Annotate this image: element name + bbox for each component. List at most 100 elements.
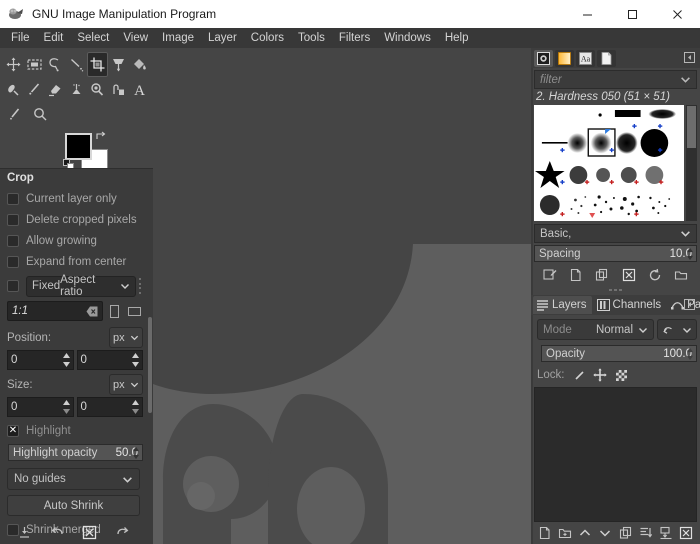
delete-brush-icon[interactable] — [620, 267, 637, 284]
checkbox-delete-cropped-pixels[interactable] — [7, 214, 19, 226]
paintbrush-tool[interactable] — [24, 77, 45, 102]
option-expand-from-center[interactable]: Expand from center — [4, 251, 143, 272]
raise-layer-icon[interactable] — [577, 525, 594, 542]
checkbox-expand-from-center[interactable] — [7, 256, 19, 268]
checkbox-allow-growing[interactable] — [7, 235, 19, 247]
spinner-arrows[interactable] — [131, 352, 140, 368]
menu-file[interactable]: File — [4, 29, 37, 47]
smudge-tool[interactable] — [3, 77, 24, 102]
minimize-button[interactable] — [565, 0, 610, 28]
layer-mode-options[interactable] — [657, 319, 697, 340]
size-width-input[interactable]: 0 — [7, 397, 74, 417]
delete-layer-icon[interactable] — [677, 525, 694, 542]
brush-filter-input[interactable]: filter — [540, 74, 562, 86]
lock-pixels-icon[interactable] — [572, 368, 587, 382]
merge-down-icon[interactable] — [657, 525, 674, 542]
pencil-tool[interactable] — [3, 102, 28, 127]
documents-tab[interactable] — [597, 50, 616, 67]
brushes-tab[interactable] — [534, 50, 553, 67]
landscape-orientation-icon[interactable] — [126, 303, 143, 320]
size-unit-combo[interactable]: px — [109, 374, 143, 395]
size-height-input[interactable]: 0 — [77, 397, 144, 417]
duplicate-layer-icon[interactable] — [617, 525, 634, 542]
heal-tool[interactable] — [108, 77, 129, 102]
swap-colors-icon[interactable] — [95, 130, 107, 142]
layer-list[interactable] — [534, 387, 697, 522]
new-layer-icon[interactable] — [537, 525, 554, 542]
zoom-tool[interactable] — [28, 102, 53, 127]
lock-position-icon[interactable] — [593, 368, 608, 382]
delete-tool-preset-icon[interactable] — [81, 523, 99, 541]
clone-tool[interactable] — [87, 77, 108, 102]
menu-help[interactable]: Help — [438, 29, 476, 47]
bucket-fill-tool[interactable] — [129, 52, 150, 77]
highlight-opacity-slider[interactable]: Highlight opacity 50.0 — [8, 444, 143, 461]
layer-mode-combo[interactable]: Mode Normal — [537, 319, 654, 340]
tab-layers[interactable]: Layers — [533, 296, 592, 314]
rectangle-select-tool[interactable] — [24, 52, 45, 77]
scrollbar-thumb[interactable] — [148, 317, 152, 413]
brush-tag-combo[interactable]: Basic, — [534, 224, 697, 243]
spacing-slider[interactable]: Spacing 10.0 — [534, 245, 697, 262]
gradients-tab[interactable] — [555, 50, 574, 67]
menu-layer[interactable]: Layer — [201, 29, 244, 47]
position-x-input[interactable]: 0 — [7, 350, 74, 370]
brush-grid-scrollbar[interactable] — [686, 105, 697, 221]
eraser-tool[interactable] — [45, 77, 66, 102]
maximize-button[interactable] — [610, 0, 655, 28]
position-y-input[interactable]: 0 — [77, 350, 144, 370]
spinner-arrows[interactable] — [686, 247, 694, 261]
lock-alpha-icon[interactable] — [614, 368, 629, 382]
restore-tool-preset-icon[interactable] — [48, 523, 66, 541]
option-delete-cropped-pixels[interactable]: Delete cropped pixels — [4, 209, 143, 230]
position-unit-combo[interactable]: px — [109, 327, 143, 348]
brush-grid[interactable] — [534, 105, 684, 221]
move-tool[interactable] — [3, 52, 24, 77]
checkbox-highlight[interactable]: ✕ — [7, 425, 19, 437]
lower-layer-icon[interactable] — [597, 525, 614, 542]
menu-filters[interactable]: Filters — [332, 29, 377, 47]
reset-tool-options-icon[interactable] — [114, 523, 132, 541]
spinner-arrows[interactable] — [686, 347, 694, 361]
close-button[interactable] — [655, 0, 700, 28]
tab-channels[interactable]: Channels — [594, 296, 667, 314]
dock-menu-icon[interactable] — [684, 52, 695, 63]
crop-tool[interactable] — [87, 52, 108, 77]
chevron-down-icon[interactable] — [680, 74, 691, 85]
fixed-mode-combo[interactable]: Fixed Aspect ratio — [26, 276, 136, 297]
dock-menu-icon[interactable] — [684, 299, 695, 310]
menu-view[interactable]: View — [116, 29, 155, 47]
fonts-tab[interactable]: Aa — [576, 50, 595, 67]
edit-brush-icon[interactable] — [542, 267, 559, 284]
clear-icon[interactable] — [86, 306, 98, 317]
duplicate-brush-icon[interactable] — [594, 267, 611, 284]
checkbox-current-layer-only[interactable] — [7, 193, 19, 205]
spinner-arrows[interactable] — [62, 399, 71, 415]
new-brush-icon[interactable] — [568, 267, 585, 284]
menu-tools[interactable]: Tools — [291, 29, 332, 47]
free-select-tool[interactable] — [45, 52, 66, 77]
menu-select[interactable]: Select — [70, 29, 116, 47]
resize-grip[interactable] — [138, 278, 143, 294]
transform-tool[interactable] — [108, 52, 129, 77]
dock-drag-handle[interactable] — [531, 286, 700, 294]
checkbox-fixed[interactable] — [7, 280, 19, 292]
foreground-color-swatch[interactable] — [65, 133, 92, 160]
option-highlight[interactable]: ✕ Highlight — [4, 420, 143, 441]
spinner-arrows[interactable] — [131, 399, 140, 415]
fuzzy-select-tool[interactable] — [66, 52, 87, 77]
scrollbar-thumb[interactable] — [687, 106, 696, 148]
image-canvas[interactable] — [153, 48, 531, 544]
open-brush-folder-icon[interactable] — [672, 267, 689, 284]
spinner-arrows[interactable] — [132, 446, 140, 460]
auto-shrink-button[interactable]: Auto Shrink — [7, 495, 140, 516]
aspect-ratio-input[interactable]: 1:1 — [7, 301, 103, 321]
guides-combo[interactable]: No guides — [7, 468, 140, 490]
text-tool[interactable]: A — [129, 77, 150, 102]
anchor-layer-icon[interactable] — [637, 525, 654, 542]
layer-opacity-slider[interactable]: Opacity 100.0 — [541, 345, 697, 362]
menu-edit[interactable]: Edit — [37, 29, 71, 47]
new-layer-group-icon[interactable] — [557, 525, 574, 542]
menu-windows[interactable]: Windows — [377, 29, 438, 47]
option-allow-growing[interactable]: Allow growing — [4, 230, 143, 251]
